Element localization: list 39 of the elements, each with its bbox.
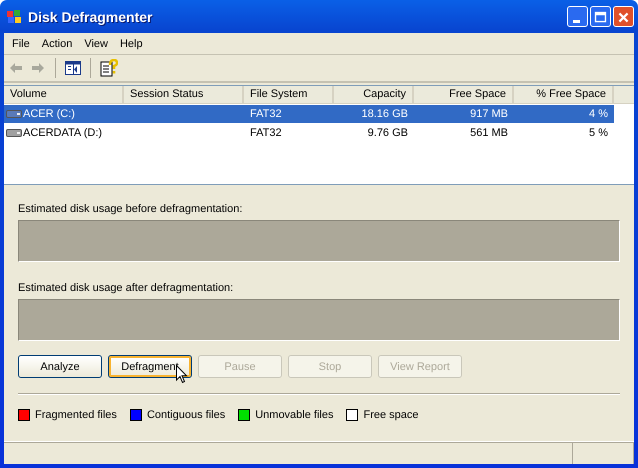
minimize-button[interactable] bbox=[567, 6, 588, 27]
table-cell: FAT32 bbox=[250, 127, 282, 139]
close-button[interactable] bbox=[613, 6, 634, 27]
menu-item[interactable]: File bbox=[6, 38, 36, 50]
legend-label: Unmovable files bbox=[255, 409, 334, 421]
selected-row[interactable]: ACER (C:) FAT32 18.16 GB 917 MB 4 % bbox=[4, 105, 614, 123]
menu-item[interactable]: Help bbox=[114, 38, 149, 50]
legend-label: Fragmented files bbox=[35, 409, 117, 421]
column-header[interactable]: Capacity bbox=[334, 86, 414, 103]
table-cell: 917 MB bbox=[470, 108, 508, 120]
action-button[interactable]: Analyze bbox=[18, 355, 102, 378]
table-cell: FAT32 bbox=[250, 108, 282, 120]
maximize-button[interactable] bbox=[590, 6, 611, 27]
menu-item[interactable]: View bbox=[78, 38, 114, 50]
panel-toggle-icon[interactable] bbox=[65, 61, 81, 75]
table-cell: 9.76 GB bbox=[368, 127, 408, 139]
table-cell: 18.16 GB bbox=[362, 108, 408, 120]
drive-icon bbox=[6, 109, 22, 119]
column-header[interactable]: Session Status bbox=[124, 86, 244, 103]
table-cell: 5 % bbox=[589, 127, 608, 139]
table-cell: ACER (C:) bbox=[23, 108, 75, 120]
legend-label: Free space bbox=[363, 409, 419, 421]
usage-label: Estimated disk usage after defragmentation: bbox=[18, 282, 234, 294]
table-cell: ACERDATA (D:) bbox=[23, 127, 102, 139]
app-icon bbox=[6, 8, 22, 24]
menu-item[interactable]: Action bbox=[36, 38, 78, 50]
column-header[interactable]: % Free Space bbox=[514, 86, 614, 103]
column-header[interactable]: File System bbox=[244, 86, 334, 103]
minimize-icon bbox=[573, 20, 580, 23]
column-header[interactable]: Volume bbox=[4, 86, 124, 103]
table-cell: 561 MB bbox=[470, 127, 508, 139]
column-header[interactable]: Free Space bbox=[414, 86, 514, 103]
table-cell: 4 % bbox=[589, 108, 608, 120]
help-icon[interactable] bbox=[100, 59, 118, 77]
action-button[interactable]: Defragment bbox=[108, 355, 192, 378]
drive-icon bbox=[6, 128, 22, 138]
window-title: Disk Defragmenter bbox=[28, 8, 152, 24]
usage-label: Estimated disk usage before defragmentation: bbox=[18, 203, 244, 215]
legend-label: Contiguous files bbox=[146, 409, 226, 421]
